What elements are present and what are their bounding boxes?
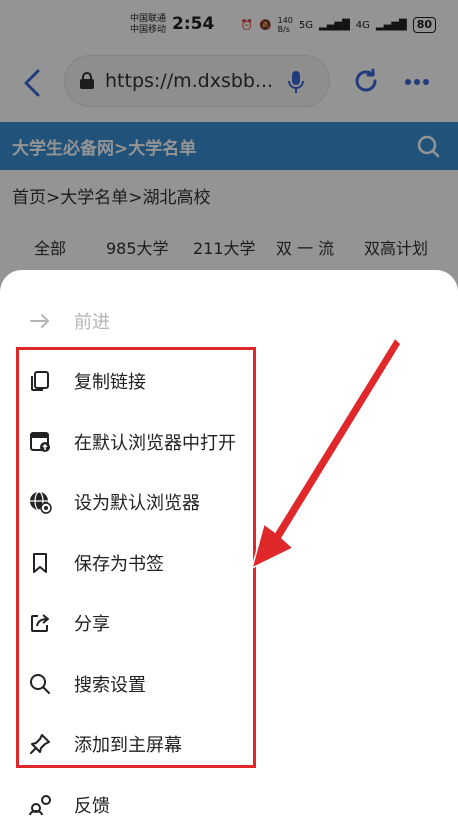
menu-label-forward: 前进 [74,312,110,333]
browser-menu-sheet: 前进 复制链接 在默认浏览器中打开 设为默认浏览器 保存为书签 分享 搜索设置 … [0,270,458,820]
menu-item-set-default-browser[interactable]: 设为默认浏览器 [0,477,458,527]
menu-item-forward: 前进 [0,296,458,346]
menu-label-copy-link: 复制链接 [74,372,146,393]
menu-label-add-to-home: 添加到主屏幕 [74,735,182,756]
menu-item-add-to-home[interactable]: 添加到主屏幕 [0,719,458,769]
open-browser-icon [30,432,50,452]
search-icon [30,674,50,694]
menu-label-open-in-browser: 在默认浏览器中打开 [74,433,236,454]
menu-item-copy-link[interactable]: 复制链接 [0,356,458,406]
menu-label-share: 分享 [74,614,110,635]
menu-item-save-bookmark[interactable]: 保存为书签 [0,538,458,588]
menu-label-set-default-browser: 设为默认浏览器 [74,493,200,514]
forward-arrow-icon [30,314,49,328]
menu-item-share[interactable]: 分享 [0,598,458,648]
bookmark-icon [33,553,47,573]
menu-item-feedback[interactable]: 反馈 [0,780,458,820]
menu-label-feedback: 反馈 [74,796,110,817]
menu-item-open-in-browser[interactable]: 在默认浏览器中打开 [0,417,458,467]
menu-label-search-settings: 搜索设置 [74,675,146,696]
feedback-icon [29,795,51,816]
copy-icon [31,371,49,391]
menu-item-search-settings[interactable]: 搜索设置 [0,659,458,709]
share-icon [31,614,49,632]
globe-icon [30,491,52,514]
menu-label-save-bookmark: 保存为书签 [74,554,164,575]
pin-icon [30,734,50,754]
